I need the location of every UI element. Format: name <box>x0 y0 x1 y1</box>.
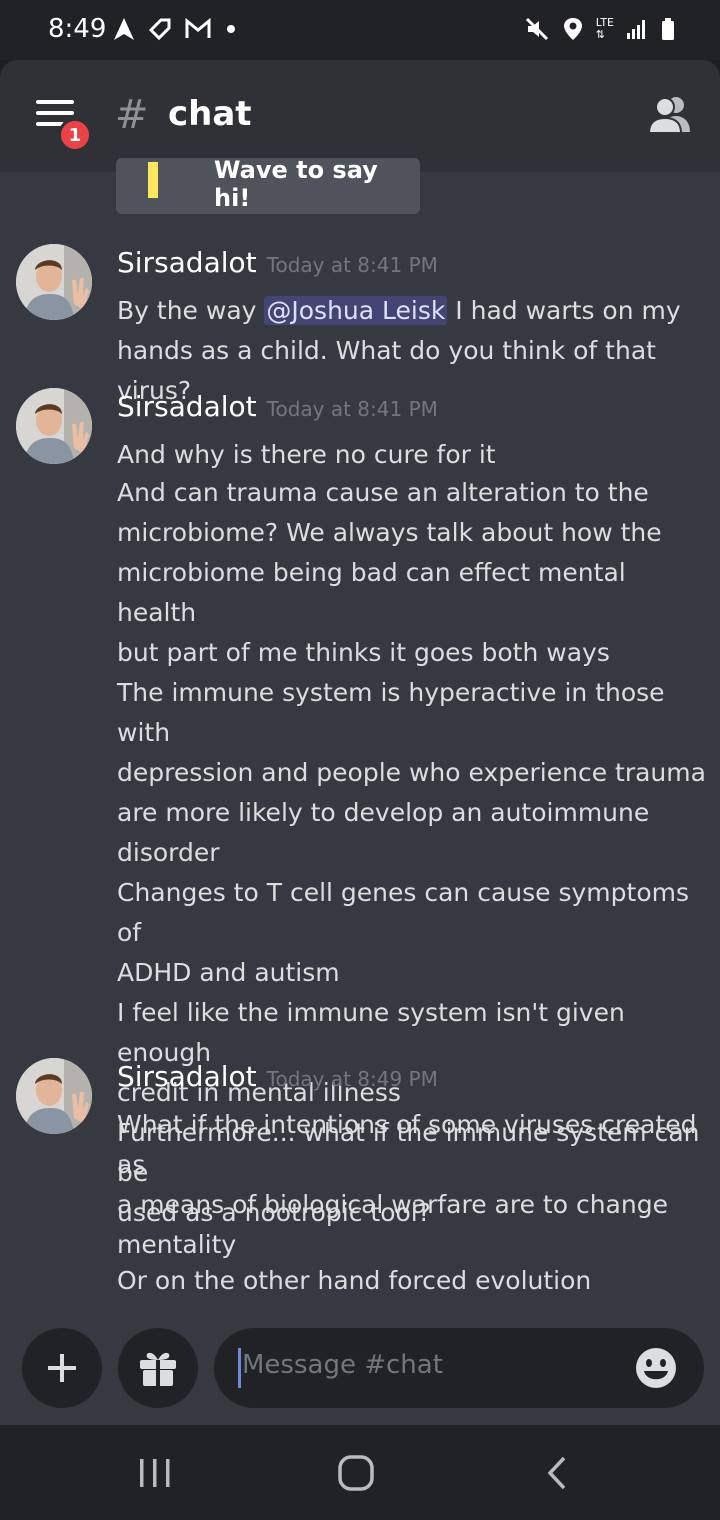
author-name[interactable]: Sirsadalot <box>117 246 257 279</box>
wave-to-say-hi-button[interactable]: Wave to say hi! <box>116 158 420 214</box>
avatar[interactable] <box>16 388 92 464</box>
message-line: And why is there no cure for it <box>117 440 496 469</box>
message-composer: Message #chat <box>0 1328 720 1425</box>
battery-icon <box>662 18 674 40</box>
tag-icon <box>148 18 171 41</box>
navigation-icon <box>114 18 134 40</box>
lte-icon: LTE ⇅ <box>595 16 614 41</box>
emoji-icon[interactable] <box>634 1346 678 1390</box>
author-name[interactable]: Sirsadalot <box>117 1060 257 1093</box>
system-nav-bar <box>0 1425 720 1520</box>
lte-label: LTE <box>595 16 614 29</box>
message-line: mentality <box>117 1230 237 1259</box>
message-placeholder: Message #chat <box>242 1350 443 1380</box>
chat-screen: 1 # chat Wave to say hi! Sirsadalot Toda… <box>0 60 720 1425</box>
gift-button[interactable] <box>118 1328 198 1408</box>
message-line: Changes to T cell genes can cause sympto… <box>117 878 689 947</box>
mute-icon <box>525 17 548 41</box>
menu-line <box>36 100 74 104</box>
message-line: microbiome being bad can effect mental h… <box>117 558 626 627</box>
dot-icon <box>227 25 235 33</box>
gmail-icon <box>185 17 211 38</box>
add-attachment-button[interactable] <box>22 1328 102 1408</box>
message-body: What if the intentions of some viruses c… <box>117 1105 707 1301</box>
wave-sticker-icon <box>148 162 158 198</box>
members-icon[interactable] <box>648 94 692 134</box>
message-line: microbiome? We always talk about how the <box>117 518 662 547</box>
channel-header: 1 # chat <box>0 60 720 172</box>
home-icon[interactable] <box>336 1453 376 1493</box>
message-line: ADHD and autism <box>117 958 340 987</box>
wave-label: Wave to say hi! <box>214 158 378 212</box>
message-timestamp: Today at 8:41 PM <box>266 253 438 277</box>
message-line: The immune system is hyperactive in thos… <box>117 678 665 747</box>
message-line: By the way @Joshua Leisk I had warts on … <box>117 291 707 331</box>
channel-title: chat <box>168 94 252 134</box>
avatar[interactable] <box>16 1058 92 1134</box>
message-author[interactable]: Sirsadalot Today at 8:41 PM <box>117 390 438 423</box>
user-mention[interactable]: @Joshua Leisk <box>264 296 448 325</box>
message-text: By the way <box>117 296 265 325</box>
status-left-icons <box>112 16 238 42</box>
status-bar: 8:49 LTE ⇅ <box>0 0 720 60</box>
status-right-icons: LTE ⇅ <box>524 16 676 42</box>
channel-hash-icon: # <box>115 92 149 138</box>
back-icon[interactable] <box>540 1455 574 1491</box>
message-line: Or on the other hand forced evolution <box>117 1266 592 1295</box>
text-cursor <box>238 1348 241 1388</box>
message-author[interactable]: Sirsadalot Today at 8:49 PM <box>117 1060 438 1093</box>
message-line: What if the intentions of some viruses c… <box>117 1110 697 1179</box>
message-line: but part of me thinks it goes both ways <box>117 638 610 667</box>
menu-line <box>36 111 74 115</box>
location-icon <box>563 18 582 40</box>
author-name[interactable]: Sirsadalot <box>117 390 257 423</box>
message-line: disorder <box>117 838 220 867</box>
message-text: I had warts on my <box>447 296 681 325</box>
status-time: 8:49 <box>48 14 107 44</box>
notification-badge: 1 <box>58 118 92 152</box>
recent-apps-icon[interactable] <box>136 1455 174 1491</box>
message-line: And can trauma cause an alteration to th… <box>117 478 649 507</box>
gift-icon <box>140 1352 176 1386</box>
avatar[interactable] <box>16 244 92 320</box>
message-timestamp: Today at 8:49 PM <box>266 1067 438 1091</box>
message-input[interactable]: Message #chat <box>214 1328 704 1408</box>
signal-icon <box>627 20 645 39</box>
message-timestamp: Today at 8:41 PM <box>266 397 438 421</box>
message-line: are more likely to develop an autoimmune <box>117 798 650 827</box>
plus-icon <box>48 1354 76 1382</box>
message-author[interactable]: Sirsadalot Today at 8:41 PM <box>117 246 438 279</box>
message-line: depression and people who experience tra… <box>117 758 706 787</box>
message-line: a means of biological warfare are to cha… <box>117 1190 668 1219</box>
